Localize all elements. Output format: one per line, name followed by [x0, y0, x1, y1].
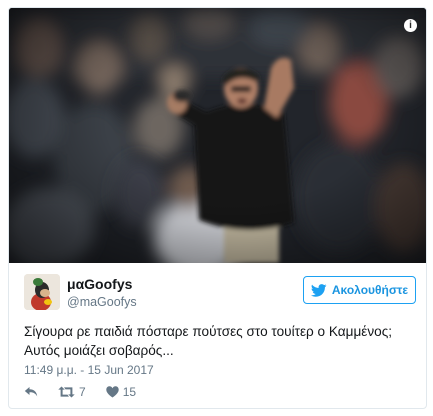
info-icon[interactable]: i: [404, 19, 417, 32]
avatar[interactable]: [24, 274, 60, 310]
goofy-avatar-image: [24, 274, 60, 310]
tweet-header: μαGoofys @maGoofys Ακολουθήστε: [24, 273, 416, 313]
crowd-photo-image: [9, 8, 426, 263]
retweet-count: 7: [79, 385, 86, 399]
like-count: 15: [122, 385, 137, 399]
author-handle[interactable]: @maGoofys: [67, 295, 137, 309]
tweet-text: Σίγουρα ρε παιδιά πόσταρε πούτσες στο το…: [24, 322, 419, 360]
heart-icon: [105, 386, 119, 398]
author-display-name[interactable]: μαGoofys: [67, 276, 132, 292]
retweet-icon: [58, 386, 75, 398]
follow-button-label: Ακολουθήστε: [331, 283, 409, 297]
tweet-timestamp[interactable]: 11:49 μ.μ. - 15 Jun 2017: [24, 363, 154, 377]
follow-button[interactable]: Ακολουθήστε: [303, 276, 416, 304]
like-button[interactable]: 15: [105, 385, 137, 399]
tweet-text-line: Αυτός μοιάζει σοβαρός...: [24, 343, 174, 358]
tweet-photo[interactable]: i: [9, 8, 426, 263]
embedded-tweet-card: i μαGoofys @maGoofys Ακολουθήστε Σίγουρα…: [8, 7, 427, 409]
twitter-bird-icon: [310, 283, 327, 297]
tweet-actions: 7 15: [24, 382, 156, 402]
tweet-text-line: Σίγουρα ρε παιδιά πόσταρε πούτσες στο το…: [24, 324, 393, 339]
retweet-button[interactable]: 7: [58, 385, 86, 399]
reply-button[interactable]: [24, 386, 38, 398]
reply-icon: [24, 387, 38, 397]
